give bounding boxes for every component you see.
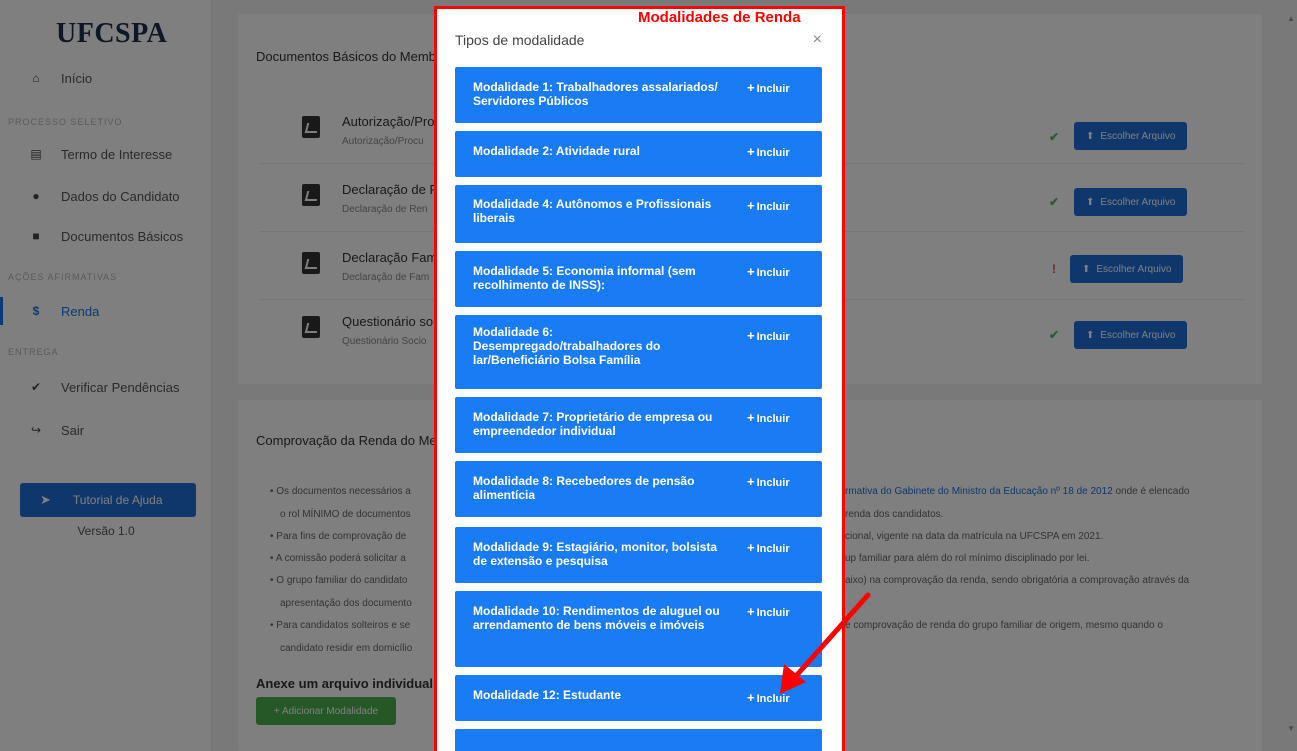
annotation-label: Modalidades de Renda xyxy=(638,9,801,26)
annotation-arrow-icon xyxy=(780,592,871,694)
